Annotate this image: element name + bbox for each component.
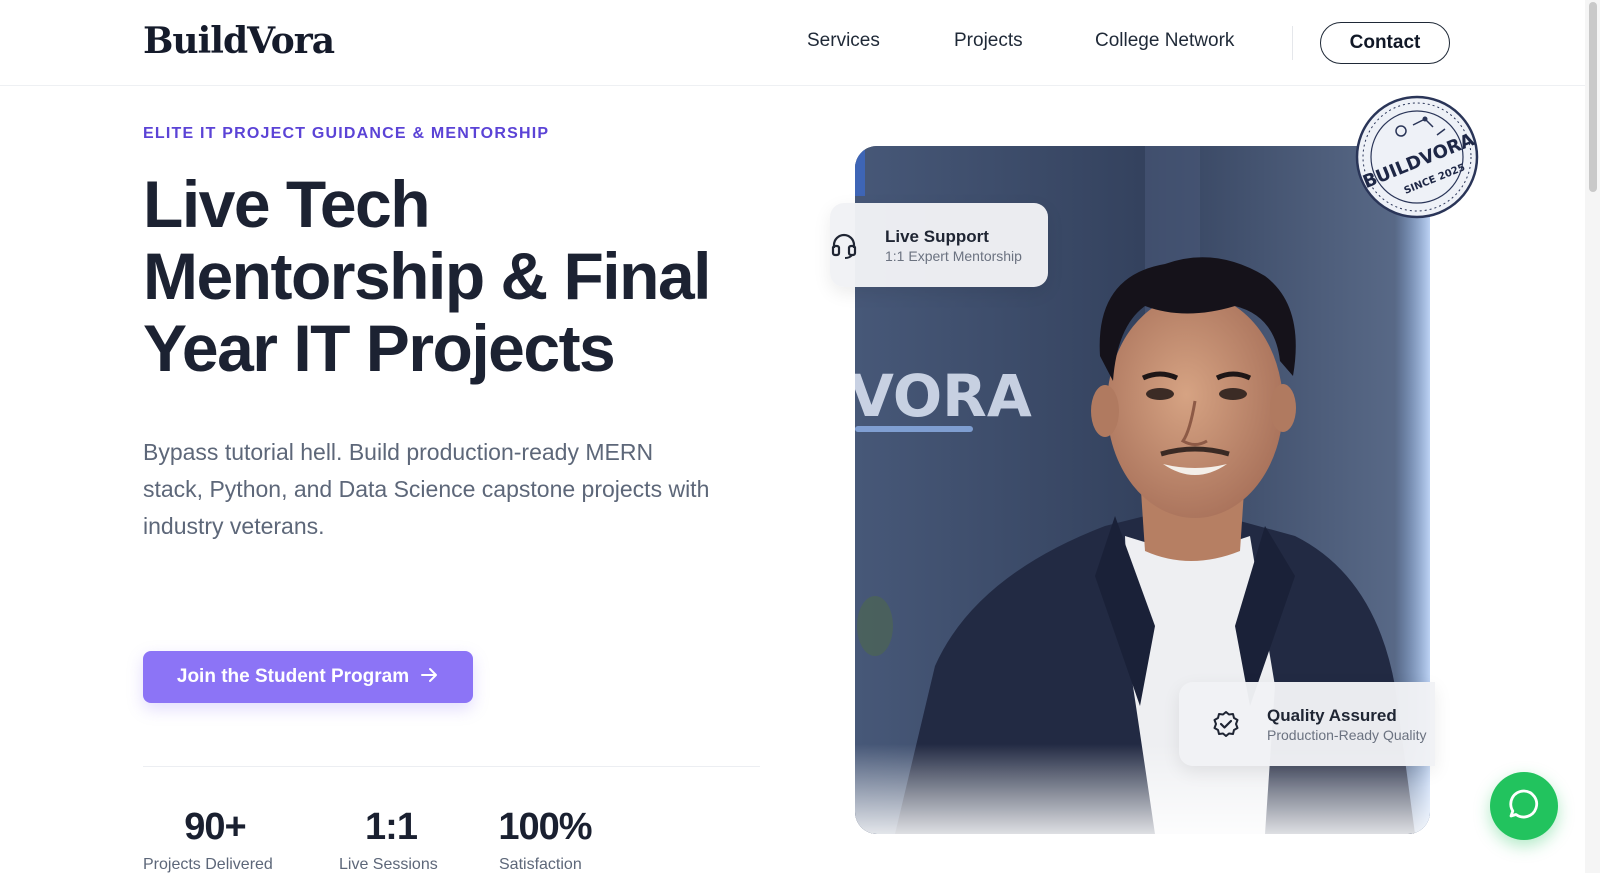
page-scrollbar[interactable] xyxy=(1585,0,1600,873)
stat-label-sessions: Live Sessions xyxy=(339,856,438,873)
site-header: BuildVora Services Projects College Netw… xyxy=(0,0,1585,86)
nav-link-college-network[interactable]: College Network xyxy=(1095,30,1234,52)
join-program-button[interactable]: Join the Student Program xyxy=(143,651,473,703)
headline-line: Year IT Projects xyxy=(143,311,616,385)
headline-line: Mentorship & Final xyxy=(143,239,712,313)
stat-label-projects: Projects Delivered xyxy=(143,856,273,873)
live-support-card: Live Support 1:1 Expert Mentorship xyxy=(830,203,1048,287)
nav-link-services[interactable]: Services xyxy=(807,30,880,52)
nav-link-projects[interactable]: Projects xyxy=(954,30,1023,52)
contact-button[interactable]: Contact xyxy=(1320,22,1450,64)
headline-line: Live Tech xyxy=(143,167,431,241)
quality-assured-title: Quality Assured xyxy=(1267,706,1397,725)
buildvora-seal-icon: BUILDVORA SINCE 2025 xyxy=(1355,95,1479,219)
quality-assured-card: Quality Assured Production-Ready Quality xyxy=(1179,682,1435,766)
brand-logo[interactable]: BuildVora xyxy=(143,20,335,62)
stat-value-sessions: 1:1 xyxy=(365,806,418,848)
verified-badge-icon xyxy=(1212,710,1240,743)
nav-divider xyxy=(1292,26,1293,60)
stat-value-projects: 90+ xyxy=(184,806,246,848)
live-support-subtitle: 1:1 Expert Mentorship xyxy=(885,248,1022,264)
headset-icon xyxy=(830,231,858,264)
chat-button[interactable] xyxy=(1490,772,1558,840)
background-sign-text: VORA xyxy=(855,362,1032,430)
quality-assured-subtitle: Production-Ready Quality xyxy=(1267,727,1427,743)
live-support-title: Live Support xyxy=(885,227,989,246)
hero-description: Bypass tutorial hell. Build production-r… xyxy=(143,439,710,539)
stat-label-satisfaction: Satisfaction xyxy=(499,856,582,873)
cta-label: Join the Student Program xyxy=(176,666,410,687)
stats-divider xyxy=(143,766,760,767)
hero-eyebrow: ELITE IT PROJECT GUIDANCE & MENTORSHIP xyxy=(143,125,550,142)
stat-value-satisfaction: 100% xyxy=(498,806,592,848)
hero-headline: Live Tech Mentorship & Final Year IT Pro… xyxy=(143,168,743,384)
arrow-right-icon xyxy=(421,666,439,689)
chat-bubble-icon xyxy=(1507,787,1541,826)
scrollbar-thumb[interactable] xyxy=(1589,2,1597,192)
